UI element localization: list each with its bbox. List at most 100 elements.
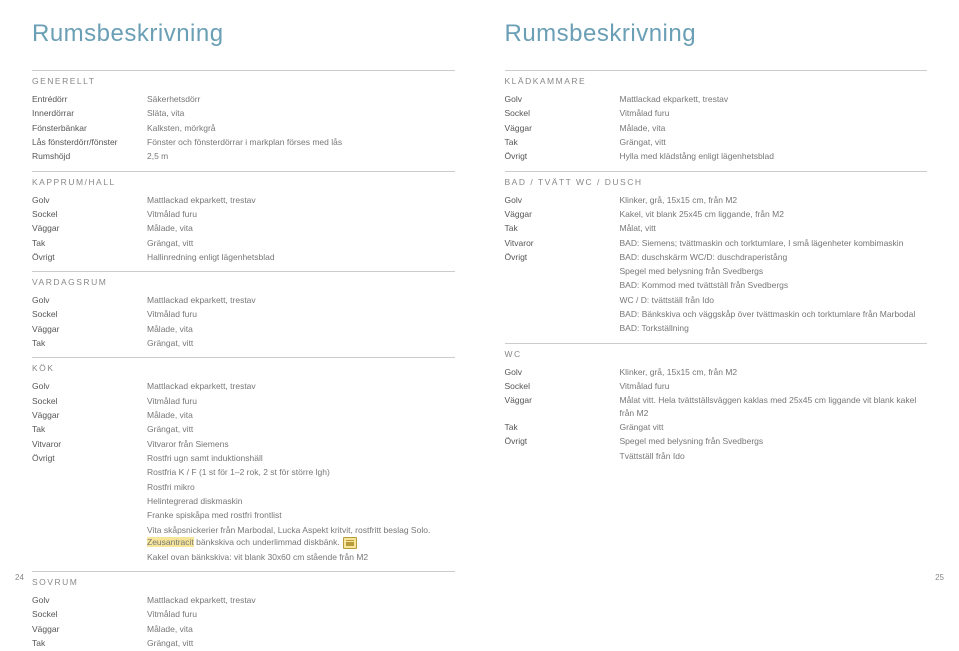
spec-row: Kakel ovan bänkskiva: vit blank 30x60 cm… xyxy=(32,551,455,563)
spec-value: Målade, vita xyxy=(147,323,455,335)
spec-label: Vitvaror xyxy=(505,237,620,249)
spec-value: Tvättställ från Ido xyxy=(620,450,928,462)
spec-row: ÖvrigtSpegel med belysning från Svedberg… xyxy=(505,435,928,447)
spec-row: GolvMattlackad ekparkett, trestav xyxy=(32,294,455,306)
spec-label: Fönsterbänkar xyxy=(32,122,147,134)
spec-row: Franke spiskåpa med rostfri frontlist xyxy=(32,509,455,521)
spec-label: Övrigt xyxy=(32,452,147,464)
spec-label: Väggar xyxy=(32,323,147,335)
spec-row: TakGrängat, vitt xyxy=(505,136,928,148)
spec-value: Säkerhetsdörr xyxy=(147,93,455,105)
spec-row: EntrédörrSäkerhetsdörr xyxy=(32,93,455,105)
spec-row: ÖvrigtHylla med klädstång enligt lägenhe… xyxy=(505,150,928,162)
spec-row: VäggarMålade, vita xyxy=(32,323,455,335)
spec-row: VitvarorVitvaror från Siemens xyxy=(32,438,455,450)
spec-label: Väggar xyxy=(505,122,620,134)
section-heading: GENERELLT xyxy=(32,70,455,86)
sticky-note-icon[interactable] xyxy=(343,537,357,549)
spec-row: Lås fönsterdörr/fönsterFönster och fönst… xyxy=(32,136,455,148)
spec-row: InnerdörrarSläta, vita xyxy=(32,107,455,119)
spec-value: Kalksten, mörkgrå xyxy=(147,122,455,134)
spec-value: Vitmålad furu xyxy=(620,380,928,392)
spec-value: BAD: Siemens; tvättmaskin och torktumlar… xyxy=(620,237,928,249)
spec-value: Målat vitt. Hela tvättställsväggen kakla… xyxy=(620,394,928,419)
spec-label: Golv xyxy=(32,194,147,206)
page-number-left: 24 xyxy=(15,573,24,582)
spec-value: Vitmålad furu xyxy=(147,608,455,620)
spec-row: GolvKlinker, grå, 15x15 cm, från M2 xyxy=(505,366,928,378)
spec-label: Vitvaror xyxy=(32,438,147,450)
section-heading: WC xyxy=(505,343,928,359)
spec-label: Lås fönsterdörr/fönster xyxy=(32,136,147,148)
spec-value: Rostfri mikro xyxy=(147,481,455,493)
spec-label: Tak xyxy=(505,136,620,148)
page-title-left: Rumsbeskrivning xyxy=(32,20,455,48)
spec-row: BAD: Bänkskiva och väggskåp över tvättma… xyxy=(505,308,928,320)
spec-row: Spegel med belysning från Svedbergs xyxy=(505,265,928,277)
spec-row: VäggarMålade, vita xyxy=(32,623,455,635)
spec-row: VäggarMålade, vita xyxy=(505,122,928,134)
spec-label xyxy=(32,481,147,493)
spec-value: Grängat, vitt xyxy=(147,337,455,349)
spec-label xyxy=(505,308,620,320)
spec-value: Franke spiskåpa med rostfri frontlist xyxy=(147,509,455,521)
spec-row: GolvMattlackad ekparkett, trestav xyxy=(32,594,455,606)
spec-value: Spegel med belysning från Svedbergs xyxy=(620,265,928,277)
spec-value: Klinker, grå, 15x15 cm, från M2 xyxy=(620,194,928,206)
spec-label: Övrigt xyxy=(32,251,147,263)
spec-label: Sockel xyxy=(32,308,147,320)
spec-value: BAD: Torkställning xyxy=(620,322,928,334)
spec-value: Målade, vita xyxy=(147,623,455,635)
spec-value: BAD: Bänkskiva och väggskåp över tvättma… xyxy=(620,308,928,320)
spec-label xyxy=(32,551,147,563)
spec-label: Golv xyxy=(32,594,147,606)
spec-row: SockelVitmålad furu xyxy=(32,608,455,620)
spec-row: WC / D: tvättställ från Ido xyxy=(505,294,928,306)
spec-label: Övrigt xyxy=(505,251,620,263)
spec-label: Väggar xyxy=(32,623,147,635)
spec-value: Vitvaror från Siemens xyxy=(147,438,455,450)
spec-value: Vitmålad furu xyxy=(147,395,455,407)
spec-value: Spegel med belysning från Svedbergs xyxy=(620,435,928,447)
spec-label xyxy=(32,509,147,521)
spec-row: Helintegrerad diskmaskin xyxy=(32,495,455,507)
spec-row: Rumshöjd2,5 m xyxy=(32,150,455,162)
spec-label: Sockel xyxy=(32,208,147,220)
spec-value: Rostfria K / F (1 st för 1–2 rok, 2 st f… xyxy=(147,466,455,478)
page-title-right: Rumsbeskrivning xyxy=(505,20,928,48)
spec-value: 2,5 m xyxy=(147,150,455,162)
spec-row: GolvKlinker, grå, 15x15 cm, från M2 xyxy=(505,194,928,206)
spec-value: Klinker, grå, 15x15 cm, från M2 xyxy=(620,366,928,378)
spec-row: TakMålat, vitt xyxy=(505,222,928,234)
spec-label xyxy=(505,279,620,291)
spec-row: GolvMattlackad ekparkett, trestav xyxy=(505,93,928,105)
spec-row: VäggarMålade, vita xyxy=(32,222,455,234)
spec-value: Målat, vitt xyxy=(620,222,928,234)
spec-label: Övrigt xyxy=(505,435,620,447)
spec-value: Grängat, vitt xyxy=(147,637,455,649)
spec-value: Vitmålad furu xyxy=(147,308,455,320)
spec-row: Rostfria K / F (1 st för 1–2 rok, 2 st f… xyxy=(32,466,455,478)
spec-row: SockelVitmålad furu xyxy=(505,380,928,392)
spec-label: Väggar xyxy=(505,208,620,220)
spec-value: BAD: Kommod med tvättställ från Svedberg… xyxy=(620,279,928,291)
spec-row: Vita skåpsnickerier från Marbodal, Lucka… xyxy=(32,524,455,549)
spec-label: Golv xyxy=(32,380,147,392)
spec-label: Väggar xyxy=(32,222,147,234)
spec-value: Kakel ovan bänkskiva: vit blank 30x60 cm… xyxy=(147,551,455,563)
spec-value: Hylla med klädstång enligt lägenhetsblad xyxy=(620,150,928,162)
spec-value: Fönster och fönsterdörrar i markplan för… xyxy=(147,136,455,148)
spec-value: Mattlackad ekparkett, trestav xyxy=(147,294,455,306)
spec-row: GolvMattlackad ekparkett, trestav xyxy=(32,380,455,392)
page-number-right: 25 xyxy=(935,573,944,582)
spec-label xyxy=(32,495,147,507)
spec-row: FönsterbänkarKalksten, mörkgrå xyxy=(32,122,455,134)
spec-label xyxy=(32,466,147,478)
spec-row: TakGrängat, vitt xyxy=(32,423,455,435)
section-heading: KLÄDKAMMARE xyxy=(505,70,928,86)
spec-label: Rumshöjd xyxy=(32,150,147,162)
spec-row: Tvättställ från Ido xyxy=(505,450,928,462)
spec-row: SockelVitmålad furu xyxy=(32,208,455,220)
spec-value: Mattlackad ekparkett, trestav xyxy=(147,594,455,606)
spec-label: Tak xyxy=(32,423,147,435)
